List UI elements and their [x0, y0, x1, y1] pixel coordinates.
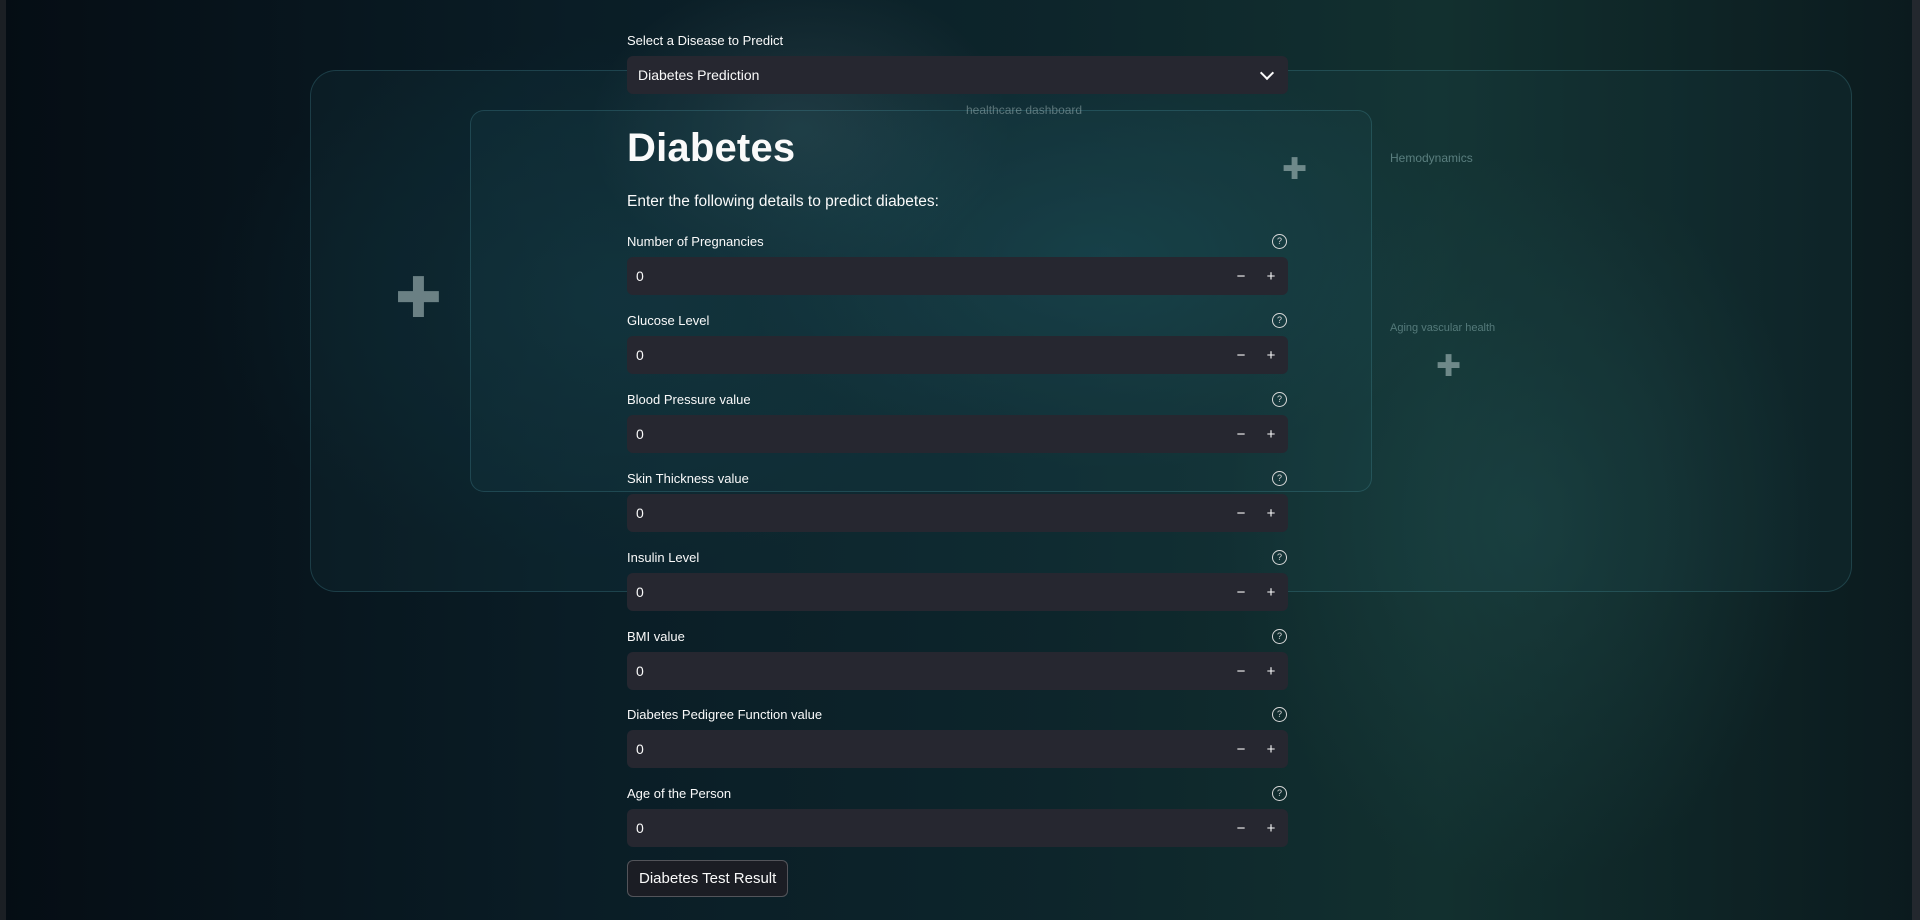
increment-button[interactable]: + — [1256, 336, 1286, 374]
number-value[interactable]: 0 — [636, 268, 1226, 284]
increment-button[interactable]: + — [1256, 494, 1286, 532]
background-panel-subtitle: Aging vascular health — [1390, 322, 1496, 334]
number-value[interactable]: 0 — [636, 505, 1226, 521]
increment-button[interactable]: + — [1256, 730, 1286, 768]
help-icon[interactable]: ? — [1272, 549, 1287, 565]
increment-button[interactable]: + — [1256, 573, 1286, 611]
chevron-down-icon — [1259, 65, 1275, 80]
help-icon[interactable]: ? — [1272, 785, 1287, 801]
increment-button[interactable]: + — [1256, 257, 1286, 295]
skin-thickness-number-input[interactable]: 0 − + — [627, 494, 1288, 532]
number-value[interactable]: 0 — [636, 741, 1226, 757]
field-bmi: BMI value ? 0 − + — [627, 626, 1288, 690]
field-blood-pressure: Blood Pressure value ? 0 − + — [627, 389, 1288, 453]
field-pedigree: Diabetes Pedigree Function value ? 0 − + — [627, 704, 1288, 768]
help-icon[interactable]: ? — [1272, 233, 1287, 249]
decrement-button[interactable]: − — [1226, 494, 1256, 532]
field-label: Insulin Level — [627, 549, 700, 565]
disease-select-dropdown[interactable]: Diabetes Prediction — [627, 56, 1288, 94]
decrement-button[interactable]: − — [1226, 415, 1256, 453]
insulin-number-input[interactable]: 0 − + — [627, 573, 1288, 611]
medical-cross-icon: ✚ — [1282, 153, 1308, 186]
decrement-button[interactable]: − — [1226, 809, 1256, 847]
background-dashboard-caption: healthcare dashboard — [966, 103, 1083, 117]
background-panel-title: Hemodynamics — [1390, 151, 1473, 165]
bmi-number-input[interactable]: 0 − + — [627, 652, 1288, 690]
increment-button[interactable]: + — [1256, 652, 1286, 690]
decrement-button[interactable]: − — [1226, 730, 1256, 768]
field-skin-thickness: Skin Thickness value ? 0 − + — [627, 468, 1288, 532]
decrement-button[interactable]: − — [1226, 652, 1256, 690]
disease-select-group: Select a Disease to Predict Diabetes Pre… — [627, 30, 1288, 94]
number-value[interactable]: 0 — [636, 347, 1226, 363]
field-label: Blood Pressure value — [627, 391, 751, 407]
pregnancies-number-input[interactable]: 0 − + — [627, 257, 1288, 295]
disease-select-label: Select a Disease to Predict — [627, 30, 1288, 50]
help-icon[interactable]: ? — [1272, 706, 1287, 722]
pedigree-number-input[interactable]: 0 − + — [627, 730, 1288, 768]
page-subtitle: Enter the following details to predict d… — [627, 193, 939, 210]
field-label: Glucose Level — [627, 312, 710, 328]
number-value[interactable]: 0 — [636, 663, 1226, 679]
page-title: Diabetes — [627, 126, 796, 170]
decrement-button[interactable]: − — [1226, 257, 1256, 295]
diabetes-test-result-button[interactable]: Diabetes Test Result — [627, 860, 789, 897]
increment-button[interactable]: + — [1256, 809, 1286, 847]
help-icon[interactable]: ? — [1272, 470, 1287, 486]
help-icon[interactable]: ? — [1272, 312, 1287, 328]
help-icon[interactable]: ? — [1272, 628, 1287, 644]
field-age: Age of the Person ? 0 − + — [627, 783, 1288, 847]
help-icon[interactable]: ? — [1272, 391, 1287, 407]
decrement-button[interactable]: − — [1226, 573, 1256, 611]
blood-pressure-number-input[interactable]: 0 − + — [627, 415, 1288, 453]
field-label: BMI value — [627, 628, 685, 644]
field-label: Age of the Person — [627, 785, 732, 801]
field-label: Number of Pregnancies — [627, 233, 764, 249]
scrollbar[interactable] — [1912, 0, 1920, 920]
field-label: Skin Thickness value — [627, 470, 749, 486]
field-label: Diabetes Pedigree Function value — [627, 706, 823, 722]
field-insulin: Insulin Level ? 0 − + — [627, 547, 1288, 611]
field-pregnancies: Number of Pregnancies ? 0 − + — [627, 231, 1288, 295]
disease-select-value: Diabetes Prediction — [638, 67, 760, 83]
increment-button[interactable]: + — [1256, 415, 1286, 453]
medical-cross-icon: ✚ — [1436, 350, 1462, 383]
number-value[interactable]: 0 — [636, 820, 1226, 836]
window-left-edge — [0, 0, 6, 920]
number-value[interactable]: 0 — [636, 584, 1226, 600]
glucose-number-input[interactable]: 0 − + — [627, 336, 1288, 374]
field-glucose: Glucose Level ? 0 − + — [627, 310, 1288, 374]
number-value[interactable]: 0 — [636, 426, 1226, 442]
medical-cross-icon: ✚ — [395, 266, 442, 329]
decrement-button[interactable]: − — [1226, 336, 1256, 374]
age-number-input[interactable]: 0 − + — [627, 809, 1288, 847]
disease-select-label-text: Select a Disease to Predict — [627, 32, 784, 48]
